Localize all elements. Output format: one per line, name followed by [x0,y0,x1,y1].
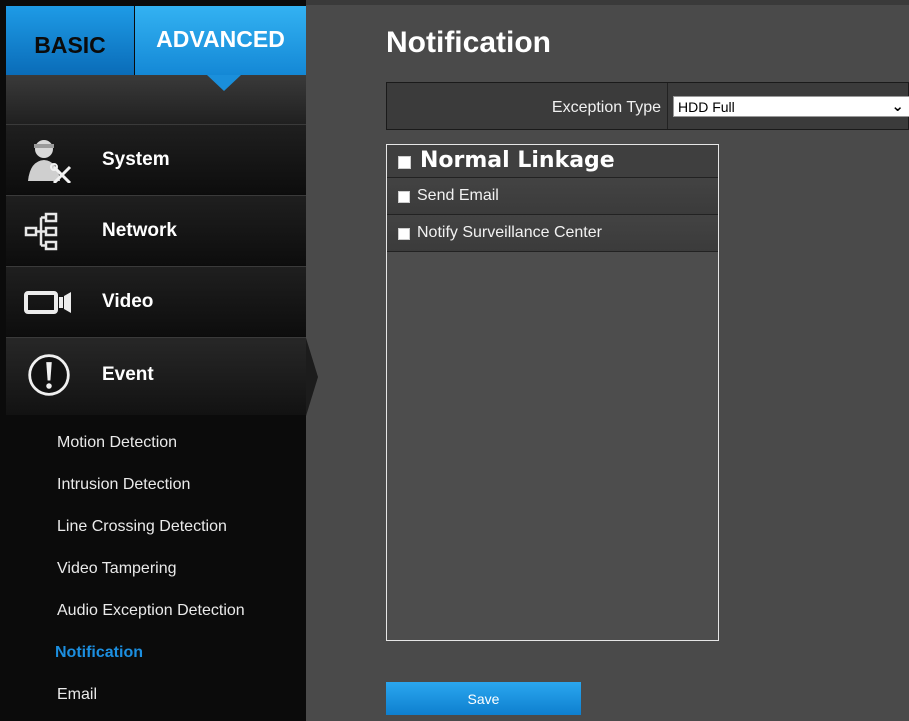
active-tab-pointer [207,75,241,91]
exclamation-circle-icon [28,354,70,396]
submenu-notification[interactable]: Notification [55,644,143,662]
sidebar-item-label: Event [102,364,154,385]
tab-advanced[interactable]: ADVANCED [135,6,306,75]
sidebar-item-video[interactable]: Video [6,266,306,336]
active-nav-arrow [306,338,318,416]
tab-basic[interactable]: BASIC [6,6,134,75]
send-email-checkbox[interactable] [398,191,410,203]
sidebar-item-network[interactable]: Network [6,195,306,265]
sidebar-item-label: Video [102,291,154,312]
exception-type-value: HDD Full [678,99,735,115]
exception-type-label: Exception Type [551,99,661,116]
sidebar: BASIC ADVANCED System Network Video Even… [0,0,306,721]
submenu-video-tampering[interactable]: Video Tampering [57,560,177,578]
linkage-option-label: Notify Surveillance Center [417,224,602,241]
normal-linkage-header: Normal Linkage [387,145,718,178]
submenu-email[interactable]: Email [57,686,97,704]
linkage-option-send-email[interactable]: Send Email [387,178,718,215]
submenu-motion-detection[interactable]: Motion Detection [57,434,177,452]
linkage-option-label: Send Email [417,187,499,204]
submenu-intrusion-detection[interactable]: Intrusion Detection [57,476,190,494]
linkage-option-notify-surveillance-center[interactable]: Notify Surveillance Center [387,215,718,252]
sidebar-item-system[interactable]: System [6,124,306,194]
submenu-audio-exception-detection[interactable]: Audio Exception Detection [57,602,245,620]
normal-linkage-title: Normal Linkage [420,148,615,173]
chevron-down-icon: ⌄ [891,98,904,115]
mode-tabs: BASIC ADVANCED [6,6,306,75]
top-strip [306,0,909,5]
submenu-line-crossing-detection[interactable]: Line Crossing Detection [57,518,227,536]
exception-type-select[interactable]: HDD Full ⌄ [673,96,909,117]
page-title: Notification [386,26,551,59]
notify-surveillance-center-checkbox[interactable] [398,228,410,240]
admin-tools-icon [28,140,72,183]
divider [667,83,668,129]
sidebar-item-label: Network [102,220,177,241]
exception-type-row: Exception Type HDD Full ⌄ [386,82,909,130]
sidebar-item-event[interactable]: Event [6,337,306,415]
save-button[interactable]: Save [386,682,581,715]
normal-linkage-panel: Normal Linkage Send Email Notify Surveil… [386,144,719,641]
sidebar-item-label: System [102,149,170,170]
select-all-checkbox[interactable] [398,156,411,169]
sidebar-band [6,75,306,124]
network-tree-icon [24,212,58,251]
video-camera-icon [24,291,71,314]
